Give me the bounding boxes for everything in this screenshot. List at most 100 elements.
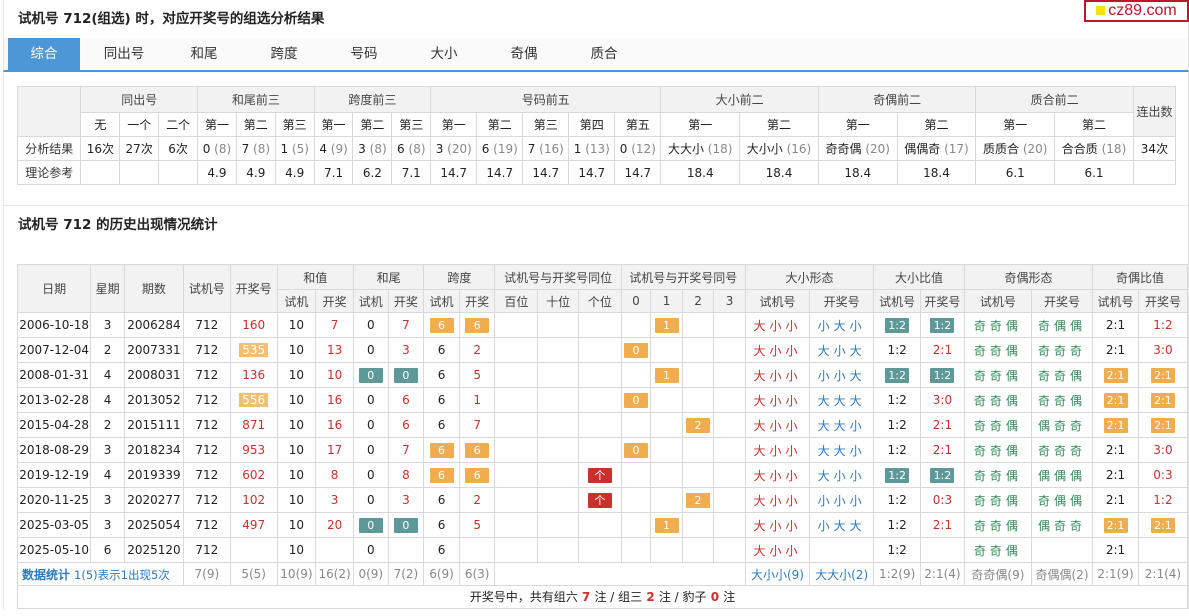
history-shape-cell: 奇奇偶 [1030, 387, 1094, 413]
history-cell: 3 [90, 312, 125, 338]
history-cell [458, 537, 496, 563]
analysis-sub-header: 第三 [274, 112, 315, 137]
history-subheader: 开奖 [315, 289, 354, 313]
history-cell: 0 [352, 337, 389, 363]
history-cell [920, 537, 965, 563]
history-cell: 712 [182, 512, 231, 538]
history-cell: 16 [315, 412, 354, 438]
history-cell: 10 [276, 512, 317, 538]
history-shape-cell: 偶奇奇 [1030, 512, 1094, 538]
history-cell: 0 [387, 362, 425, 388]
tab-1[interactable]: 同出号 [88, 38, 160, 70]
history-cell: 10 [315, 362, 354, 388]
history-cell: 3 [315, 487, 354, 513]
history-cell: 1:2 [1137, 312, 1189, 338]
history-cell: 3 [90, 487, 125, 513]
history-cell [650, 387, 683, 413]
history-cell: 2015-04-28 [16, 412, 92, 438]
history-shape-cell: 小小小 [809, 487, 875, 513]
history-cell [537, 412, 579, 438]
section1-title: 试机号 712(组选) 时，对应开奖号的组选分析结果 [3, 0, 1189, 38]
history-cell [537, 487, 579, 513]
tab-6[interactable]: 奇偶 [488, 38, 560, 70]
history-header: 试机号与开奖号同位 [494, 264, 622, 290]
history-cell: 16(2) [315, 562, 354, 586]
analysis-result-cell: 27次 [119, 136, 160, 161]
history-cell [620, 412, 652, 438]
analysis-group-header: 跨度前三 [313, 86, 432, 113]
table-row: 2019-12-19 4 2019339 712 602 10 8 0 8 6 6 个大小小 大小小 1:… [16, 462, 1189, 488]
history-subheader: 试机号 [744, 289, 811, 313]
history-header: 大小比值 [873, 264, 965, 290]
history-cell: 2025054 [123, 512, 184, 538]
history-cell: 2:1 [1092, 512, 1139, 538]
history-cell: 1:2 [873, 537, 922, 563]
analysis-group-header: 奇偶前二 [817, 86, 977, 113]
tab-5[interactable]: 大小 [408, 38, 480, 70]
analysis-sub-header: 第二 [896, 112, 977, 137]
history-cell [650, 437, 683, 463]
history-cell: 2013052 [123, 387, 184, 413]
history-cell [650, 537, 683, 563]
history-cell [650, 462, 683, 488]
analysis-sub-header: 第二 [352, 112, 393, 137]
analysis-sub-header: 第一 [313, 112, 354, 137]
history-kj-cell: 953 [229, 437, 278, 463]
table-row: 2020-11-25 3 2020277 712 102 10 3 0 3 6 2 个 2 大小小 小小小 1… [16, 487, 1189, 513]
history-shape-cell: 大小小 [809, 462, 875, 488]
history-cell: 5 [458, 512, 496, 538]
history-cell: 2 [681, 487, 715, 513]
history-cell [537, 387, 579, 413]
analysis-sub-header: 第三 [391, 112, 432, 137]
tab-0[interactable]: 综合 [8, 38, 80, 70]
history-cell [713, 312, 746, 338]
tab-3[interactable]: 跨度 [248, 38, 320, 70]
analysis-result-last: 34次 [1132, 136, 1177, 161]
tab-7[interactable]: 质合 [568, 38, 640, 70]
history-shape-cell: 偶偶偶 [1030, 462, 1094, 488]
history-cell: 1:2 [873, 387, 922, 413]
history-header: 奇偶形态 [963, 264, 1094, 290]
history-cell: 2:1 [1092, 462, 1139, 488]
history-cell [681, 362, 715, 388]
history-cell: 2007-12-04 [16, 337, 92, 363]
history-cell: 4 [90, 387, 125, 413]
analysis-result-cell: 16次 [80, 136, 121, 161]
analysis-result-cell: 7 (16) [522, 136, 570, 161]
analysis-theory-last [1132, 160, 1177, 185]
history-shape-cell: 奇偶偶 [1030, 487, 1094, 513]
history-cell: 1:2 [873, 312, 922, 338]
analysis-result-cell: 4 (9) [313, 136, 354, 161]
history-box: 日期 星期 期数 试机号 开奖号 和值 和尾 跨度 试机号与开奖号同位 试机号与开奖号同号 大小形态… [3, 244, 1189, 609]
history-cell: 6 [387, 387, 425, 413]
history-cell [1137, 537, 1189, 563]
history-shape-cell: 奇奇偶 [963, 462, 1033, 488]
history-cell: 2:1 [920, 337, 965, 363]
analysis-theory-cell [119, 160, 160, 185]
history-subheader: 个位 [577, 289, 622, 313]
analysis-result-cell: 大大小 (18) [660, 136, 741, 161]
analysis-sub-header: 第二 [476, 112, 524, 137]
history-cell [681, 537, 715, 563]
history-header: 试机号与开奖号同号 [620, 264, 746, 290]
history-shape-cell: 大小小 [744, 362, 811, 388]
history-cell: 0 [352, 362, 389, 388]
history-cell: 1:2 [920, 362, 965, 388]
history-shape-cell: 大小小 [744, 537, 811, 563]
analysis-group-header: 和尾前三 [197, 86, 315, 113]
history-cell: 2 [681, 412, 715, 438]
history-cell [650, 412, 683, 438]
history-cell: 2:1 [1092, 337, 1139, 363]
history-cell: 6 [423, 437, 460, 463]
history-header: 开奖号 [229, 264, 278, 313]
history-cell: 17 [315, 437, 354, 463]
history-cell: 20 [315, 512, 354, 538]
analysis-group-header: 号码前五 [430, 86, 662, 113]
history-cell: 6 [423, 362, 460, 388]
history-cell [620, 312, 652, 338]
tab-2[interactable]: 和尾 [168, 38, 240, 70]
history-cell [494, 487, 539, 513]
history-cell: 奇偶偶(2) [1030, 562, 1094, 586]
history-cell [537, 537, 579, 563]
tab-4[interactable]: 号码 [328, 38, 400, 70]
